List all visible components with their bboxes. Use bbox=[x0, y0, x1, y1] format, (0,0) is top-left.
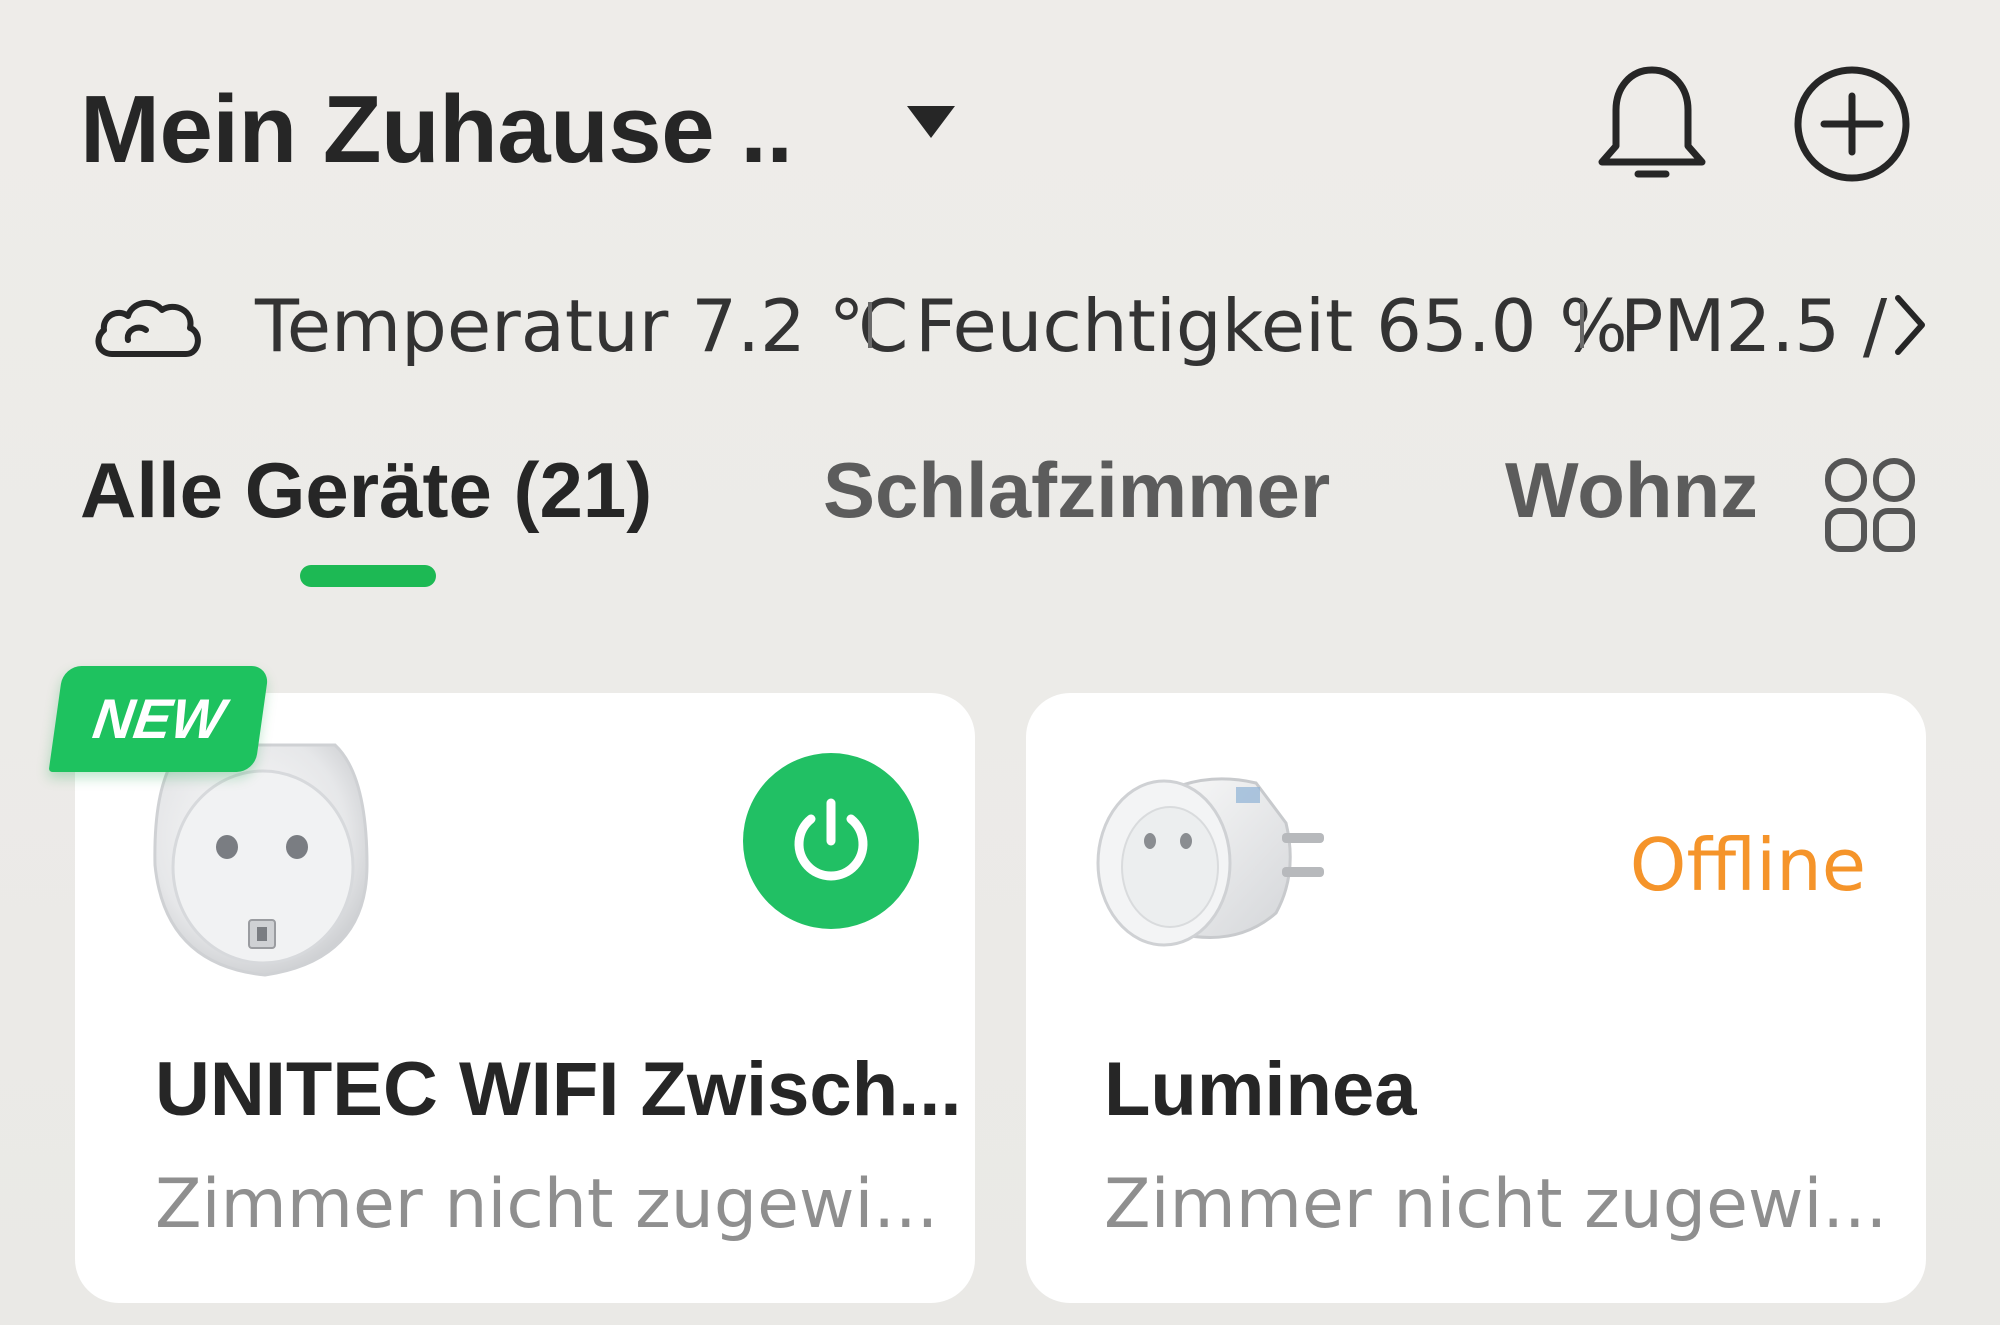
device-name: UNITEC WIFI Zwisch... bbox=[155, 1047, 962, 1132]
separator bbox=[868, 302, 872, 348]
status-offline: Offline bbox=[1629, 823, 1866, 907]
power-button[interactable] bbox=[743, 753, 919, 929]
device-card-luminea[interactable]: Offline Luminea Zimmer nicht zugewi... bbox=[1026, 693, 1926, 1303]
humidity-text: Feuchtigkeit 65.0 % bbox=[915, 284, 1628, 368]
smart-plug-image bbox=[1096, 777, 1324, 947]
weather-bar[interactable]: Temperatur 7.2 ℃ Feuchtigkeit 65.0 % PM2… bbox=[80, 270, 1940, 370]
device-room: Zimmer nicht zugewi... bbox=[1104, 1165, 1888, 1244]
temperature-text: Temperatur 7.2 ℃ bbox=[255, 284, 910, 368]
bell-icon[interactable] bbox=[1590, 62, 1715, 187]
home-title[interactable]: Mein Zuhause .. bbox=[80, 70, 793, 190]
plus-circle-icon[interactable] bbox=[1790, 62, 1915, 187]
tab-living-room[interactable]: Wohnz bbox=[1505, 440, 1755, 540]
grid-icon[interactable] bbox=[1820, 455, 1920, 555]
tab-all-devices[interactable]: Alle Geräte (21) bbox=[80, 440, 652, 540]
active-tab-indicator bbox=[300, 565, 436, 587]
tab-bedroom[interactable]: Schlafzimmer bbox=[823, 440, 1330, 540]
device-room: Zimmer nicht zugewi... bbox=[155, 1165, 939, 1244]
caret-down-icon[interactable] bbox=[905, 102, 957, 142]
chevron-right-icon[interactable] bbox=[1890, 288, 1930, 363]
cloud-icon bbox=[95, 299, 201, 357]
separator bbox=[1580, 302, 1584, 348]
power-icon bbox=[794, 798, 868, 881]
device-card-unitec[interactable]: UNITEC WIFI Zwisch... Zimmer nicht zugew… bbox=[75, 693, 975, 1303]
pm25-text: PM2.5 / bbox=[1620, 286, 1888, 366]
device-name: Luminea bbox=[1104, 1047, 1417, 1132]
new-badge: NEW bbox=[48, 666, 270, 772]
